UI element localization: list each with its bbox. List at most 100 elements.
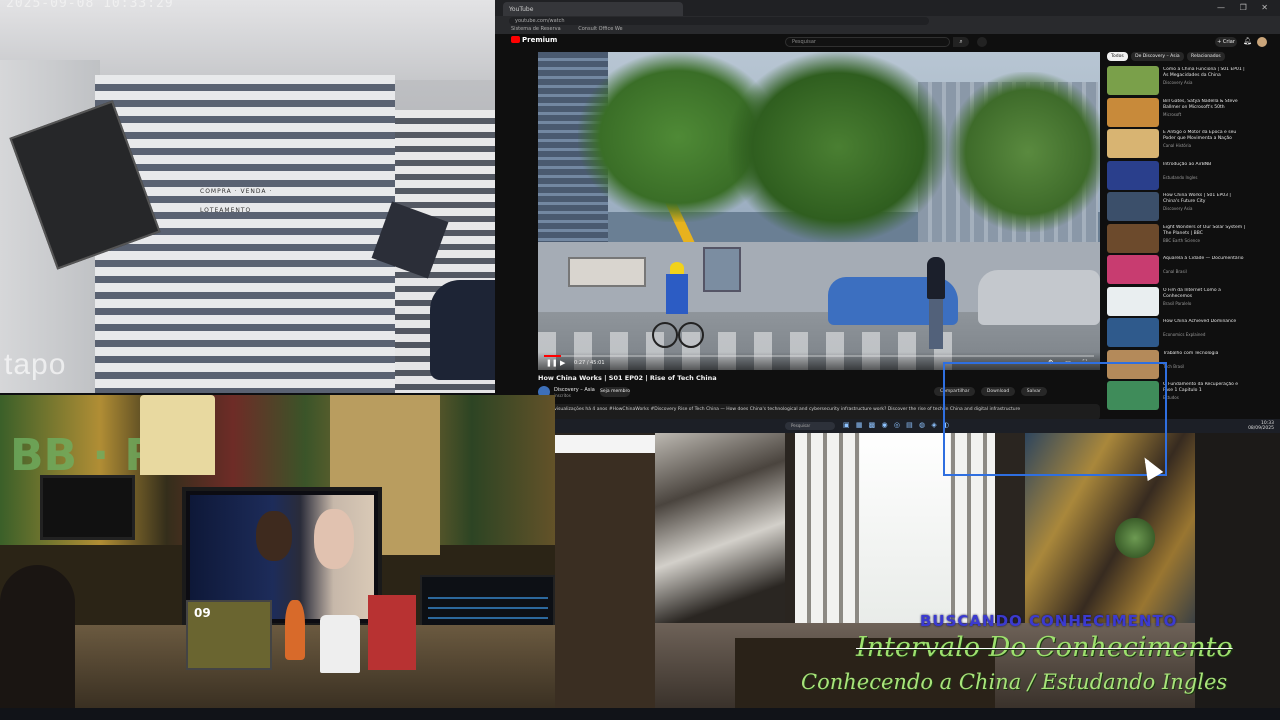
recommendation-item[interactable]: Eight Wonders of Our Solar System | The … (1107, 223, 1247, 254)
avatar[interactable] (1257, 37, 1267, 47)
video-scene-tree (948, 72, 1100, 232)
window-controls[interactable]: — ❐ ✕ (1217, 3, 1274, 12)
video-scene-tree (728, 52, 948, 242)
recommendation-channel: BBC Earth Science (1163, 237, 1200, 243)
recommendation-channel: Tech Brasil (1163, 363, 1185, 369)
recommendation-item[interactable]: Bill Gates, Satya Nadella & Steve Ballme… (1107, 97, 1247, 128)
recommendation-title[interactable]: Como a China Funciona | S01 EP01 | As Me… (1163, 67, 1247, 79)
progress-fill (544, 355, 561, 357)
recommendation-item[interactable]: É Antigo o Motor da Época e seu Poder qu… (1107, 129, 1247, 159)
bookmark-item[interactable]: Consult Office We (578, 26, 622, 32)
recommendation-thumbnail[interactable] (1107, 255, 1159, 284)
recommendation-channel: Microsoft (1163, 111, 1182, 117)
address-bar: youtube.com/watch (495, 16, 1280, 26)
calendar: 09 (186, 600, 272, 670)
recommendation-item[interactable]: O Fim da Internet Como a Conhecemos Brasi… (1107, 286, 1247, 317)
video-player[interactable]: ❚❚ ▶︎ 0:27 / 45:01 ⚙ ▭ ⛶ (538, 52, 1100, 370)
recommendation-title[interactable]: O Fundamento da Recuperação e Fase 1 Cap… (1163, 382, 1247, 394)
tv-person (256, 511, 292, 561)
recommendation-channel: Canal História (1163, 143, 1192, 148)
recommendation-thumbnail[interactable] (1107, 129, 1159, 158)
recommendation-thumbnail[interactable] (1107, 318, 1159, 347)
recommendation-title[interactable]: Bill Gates, Satya Nadella & Steve Ballme… (1163, 99, 1247, 111)
chip-related[interactable]: Relacionados (1187, 52, 1225, 61)
recommendation-item[interactable]: How China Achieved Dominance Economics Ex… (1107, 318, 1247, 348)
search-icon[interactable]: ⌕ (953, 37, 969, 47)
overlay-title: Intervalo Do Conhecimento (856, 632, 1233, 663)
mic-icon[interactable] (977, 37, 987, 47)
taskbar-tray[interactable]: 10:33 08/09/2025 (1248, 421, 1274, 431)
recommendation-thumbnail[interactable] (1107, 97, 1159, 127)
street-sign: COMPRA · VENDA · LOTEAMENTO (200, 178, 320, 214)
parked-car (430, 280, 495, 380)
recommendation-channel: Discovery Asia (1163, 80, 1193, 85)
taskbar-search-input[interactable]: Pesquisar (785, 422, 835, 430)
wall (555, 453, 655, 708)
pedestrian-legs (929, 299, 943, 349)
recommendation-channel: Discovery Asia (1163, 206, 1193, 211)
youtube-logo[interactable]: Premium (511, 36, 557, 44)
overlay-brand: BUSCANDO CONHECIMENTO (920, 612, 1178, 630)
recommendation-channel: Economics Explained (1163, 332, 1206, 337)
wheel (652, 322, 678, 348)
time-display: 0:27 / 45:01 (574, 360, 605, 366)
security-camera-feed: COMPRA · VENDA · LOTEAMENTO 2025-09-08 1… (0, 0, 495, 393)
recommendation-title[interactable]: How China Works | S01 EP03 | China's Fut… (1163, 193, 1247, 205)
recommendation-item[interactable]: Como a China Funciona | S01 EP01 | As Me… (1107, 66, 1247, 96)
tv-person (314, 509, 354, 569)
video-scene-cyclist (652, 262, 704, 357)
recommendation-channel: Canal Brasil (1163, 269, 1187, 274)
recommendation-thumbnail[interactable] (1107, 223, 1159, 253)
calendar-number: 09 (194, 606, 211, 620)
monitor (40, 475, 135, 540)
toy-figure (285, 600, 305, 660)
recommendation-thumbnail[interactable] (1107, 192, 1159, 221)
recommendation-title[interactable]: How China Achieved Dominance (1163, 319, 1247, 331)
recommendation-item[interactable]: How China Works | S01 EP03 | China's Fut… (1107, 192, 1247, 222)
person-silhouette (0, 565, 75, 708)
wheel (678, 322, 704, 348)
bottom-strip (0, 708, 1280, 720)
chip-all[interactable]: Todos (1107, 52, 1128, 61)
recommendation-item[interactable]: Aquarela à Cidade — Documentário Canal Br… (1107, 255, 1247, 285)
recommendation-title[interactable]: Eight Wonders of Our Solar System | The … (1163, 225, 1247, 237)
tab-bar: YouTube — ❐ ✕ (495, 0, 1280, 16)
browser-tab[interactable]: YouTube (503, 2, 683, 16)
recommendation-title[interactable]: O Fim da Internet Como a Conhecemos (1163, 288, 1247, 300)
recommendation-thumbnail[interactable] (1107, 66, 1159, 95)
bookmark-item[interactable]: Sistema de Reserva (511, 26, 561, 32)
recommendation-thumbnail[interactable] (1107, 286, 1159, 316)
search-input[interactable]: Pesquisar (785, 37, 950, 47)
dark-corner (1195, 433, 1280, 708)
play-pause-icon[interactable]: ❚❚ ▶︎ (546, 359, 565, 367)
recommendation-title[interactable]: É Antigo o Motor da Época e seu Poder qu… (1163, 130, 1247, 142)
stream-canvas: COMPRA · VENDA · LOTEAMENTO 2025-09-08 1… (0, 0, 1280, 720)
red-box (368, 595, 416, 670)
progress-bar[interactable] (544, 355, 1094, 357)
recommendation-thumbnail[interactable] (1107, 160, 1159, 190)
doorway-light (860, 433, 950, 623)
camera-brand-logo: tapo (4, 348, 67, 381)
create-button[interactable]: + Criar (1215, 37, 1237, 47)
recommendation-channel: Brasil Paralelo (1163, 300, 1192, 306)
recommendation-title[interactable]: Introdução ao AirBNB (1163, 162, 1247, 174)
helmet (670, 262, 684, 274)
chip-channel[interactable]: De Discovery – Asia (1131, 52, 1184, 61)
room-camera-feed-2 (555, 433, 1280, 708)
url-field[interactable]: youtube.com/watch (509, 17, 929, 25)
join-button[interactable]: Seja membro (600, 387, 630, 397)
taskbar-app-icons[interactable]: ▣ ▦ ▩ ◉ ◎ ▤ ◍ ◈ ◐ (843, 421, 951, 429)
recommendation-item[interactable]: Introdução ao AirBNB Estudando Ingles (1107, 160, 1247, 191)
mural (655, 433, 785, 633)
youtube-logo-text: Premium (522, 36, 558, 44)
recommendation-channel: Estudando Ingles (1163, 174, 1198, 180)
plant (1115, 518, 1155, 558)
recommendation-channel: Estudos (1163, 395, 1179, 400)
video-scene-poster (568, 257, 646, 287)
recommendation-title[interactable]: Trabalho com Tecnologia (1163, 351, 1247, 363)
recommendation-title[interactable]: Aquarela à Cidade — Documentário (1163, 256, 1247, 268)
video-title: How China Works | S01 EP02 | Rise of Tec… (538, 374, 717, 382)
youtube-header: Premium Pesquisar ⌕ + Criar 🔔︎ (495, 34, 1280, 50)
video-scene-car (978, 270, 1100, 325)
bell-icon[interactable]: 🔔︎ (1243, 37, 1252, 45)
